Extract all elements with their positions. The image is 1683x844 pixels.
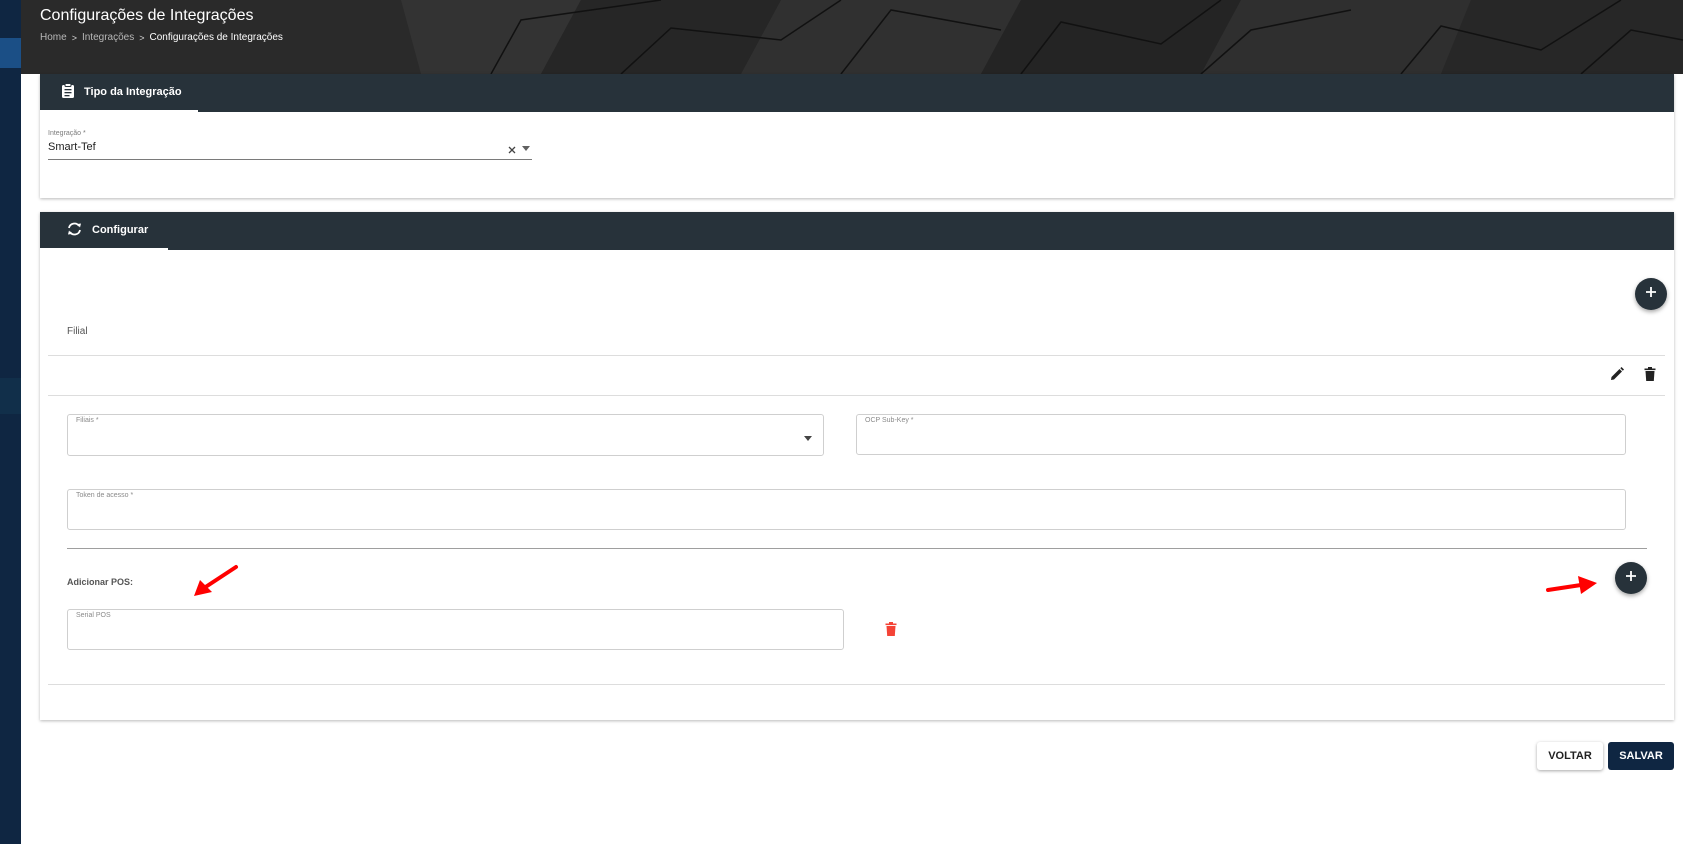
- add-pos-label: Adicionar POS:: [67, 577, 134, 587]
- delete-row-button[interactable]: [1642, 366, 1658, 386]
- page-title: Configurações de Integrações: [40, 7, 254, 24]
- annotation-arrow-icon: [1546, 576, 1597, 594]
- trash-icon: [885, 621, 897, 641]
- annotation-arrow-icon: [194, 565, 238, 596]
- chevron-right-icon: >: [139, 32, 145, 43]
- filiais-select[interactable]: Filiais *: [67, 414, 824, 456]
- clipboard-icon: [61, 82, 75, 102]
- close-icon[interactable]: [507, 142, 517, 154]
- filiais-select-label: Filiais *: [76, 417, 99, 424]
- serial-pos-input[interactable]: Serial POS: [67, 609, 844, 650]
- access-token-label: Token de acesso *: [76, 492, 134, 499]
- save-button[interactable]: SALVAR: [1608, 742, 1674, 770]
- ocp-sub-key-label: OCP Sub-Key *: [865, 417, 914, 424]
- tab-integration-type[interactable]: Tipo da Integração: [40, 74, 198, 112]
- delete-pos-button[interactable]: [883, 621, 899, 641]
- serial-pos-label: Serial POS: [76, 612, 111, 619]
- integration-select[interactable]: Integração * Smart-Tef: [48, 130, 532, 160]
- chevron-right-icon: >: [71, 32, 77, 43]
- breadcrumb: Home > Integrações > Configurações de In…: [40, 32, 283, 43]
- edit-row-button[interactable]: [1609, 366, 1625, 386]
- divider: [48, 355, 1665, 356]
- caret-down-icon[interactable]: [804, 436, 812, 441]
- page-header: Configurações de Integrações Home > Inte…: [21, 0, 1683, 74]
- breadcrumb-home[interactable]: Home: [40, 32, 67, 43]
- sync-icon: [66, 222, 83, 239]
- configure-tabbar: Configurar: [40, 212, 1674, 250]
- add-pos-button[interactable]: [1615, 562, 1647, 594]
- configure-card: Configurar Filial Filiais * OCP Sub-Key …: [40, 212, 1674, 720]
- integration-type-tabbar: Tipo da Integração: [40, 74, 1674, 112]
- tab-configure[interactable]: Configurar: [40, 212, 168, 250]
- integration-type-card: Tipo da Integração Integração * Smart-Te…: [40, 74, 1674, 198]
- breadcrumb-integrations[interactable]: Integrações: [82, 32, 134, 43]
- integration-select-label: Integração *: [48, 130, 86, 137]
- side-nav: [0, 0, 21, 844]
- side-nav-item[interactable]: [0, 378, 21, 414]
- tab-integration-type-label: Tipo da Integração: [84, 86, 182, 98]
- plus-icon: [1625, 569, 1637, 587]
- back-button[interactable]: VOLTAR: [1537, 742, 1603, 770]
- column-header-filial: Filial: [67, 326, 88, 337]
- add-filial-button[interactable]: [1635, 278, 1667, 310]
- integration-select-value: Smart-Tef: [48, 141, 96, 153]
- trash-icon: [1644, 366, 1656, 386]
- plus-icon: [1645, 285, 1657, 303]
- divider: [48, 684, 1665, 685]
- pencil-icon: [1610, 366, 1624, 386]
- tab-configure-label: Configurar: [92, 224, 149, 236]
- divider: [67, 548, 1647, 549]
- breadcrumb-current: Configurações de Integrações: [149, 32, 283, 43]
- ocp-sub-key-input[interactable]: OCP Sub-Key *: [856, 414, 1626, 455]
- access-token-input[interactable]: Token de acesso *: [67, 489, 1626, 530]
- divider: [48, 395, 1665, 396]
- caret-down-icon[interactable]: [522, 146, 530, 151]
- side-nav-active-item[interactable]: [0, 38, 21, 68]
